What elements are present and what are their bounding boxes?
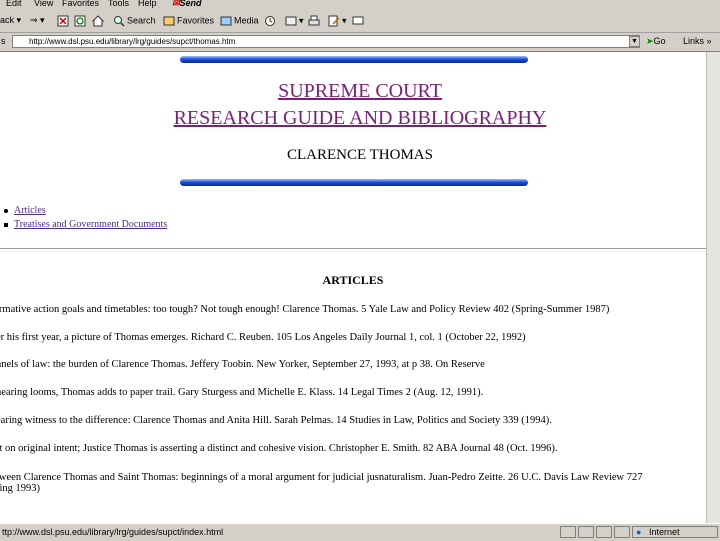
links-button[interactable]: Links » <box>683 36 712 46</box>
edit-icon <box>328 15 340 27</box>
article-entry: tween Clarence Thomas and Saint Thomas: … <box>0 472 716 494</box>
page-content: SUPREME COURT RESEARCH GUIDE AND BIBLIOG… <box>0 52 720 523</box>
send-icon: ✉ <box>172 0 180 8</box>
status-segment <box>596 526 612 538</box>
menu-help[interactable]: Help <box>138 0 157 8</box>
favorites-button[interactable]: Favorites <box>163 15 214 27</box>
security-zone: ● Internet <box>632 526 718 538</box>
page-title-line1: SUPREME COURT <box>278 80 442 102</box>
top-divider-bar <box>180 56 528 63</box>
history-icon <box>265 16 275 26</box>
chevron-right-icon: » <box>706 36 712 46</box>
section-heading: ARTICLES <box>322 273 384 287</box>
article-entry: hnels of law: the burden of Clarence Tho… <box>0 359 485 370</box>
refresh-icon <box>74 15 86 27</box>
stop-icon <box>57 15 69 27</box>
bullet-icon <box>4 222 8 227</box>
media-button[interactable]: Media <box>220 15 259 27</box>
article-entry: earing witness to the difference: Claren… <box>0 415 552 426</box>
folders-icon <box>285 16 297 26</box>
status-segment <box>578 526 594 538</box>
media-icon <box>220 16 232 26</box>
globe-icon: ● <box>636 527 642 537</box>
print-icon <box>308 15 320 26</box>
folders-button[interactable]: ▾ <box>285 15 304 27</box>
forward-icon: ⇒ <box>30 15 38 25</box>
go-label: Go <box>653 36 666 46</box>
bottom-divider-bar <box>180 179 528 186</box>
page-subtitle: CLARENCE THOMAS <box>287 147 433 163</box>
menu-view[interactable]: View <box>34 0 53 8</box>
menu-favorites[interactable]: Favorites <box>62 0 99 8</box>
links-label: Links <box>683 36 705 46</box>
go-button[interactable]: ➤Go <box>646 36 666 47</box>
status-url: ttp://www.dsl.psu.edu/library/lrg/guides… <box>2 527 224 537</box>
print-button[interactable] <box>308 15 322 27</box>
discuss-icon <box>352 16 364 25</box>
back-label: ack <box>0 15 15 25</box>
toc-item: Articles <box>4 205 167 216</box>
search-icon <box>114 16 125 27</box>
media-label: Media <box>234 15 259 26</box>
menu-tools[interactable]: Tools <box>108 0 129 8</box>
toc-item: Treatises and Government Documents <box>4 219 167 230</box>
forward-button[interactable]: ⇒ ▾ <box>30 15 45 26</box>
article-entry: irmative action goals and timetables: to… <box>0 304 610 315</box>
standard-toolbar: ack ▾ ⇒ ▾ Search Favorites Media ▾ ▾ <box>0 10 720 33</box>
go-icon: ➤ <box>646 36 654 46</box>
discuss-button[interactable] <box>352 15 366 27</box>
menu-edit[interactable]: Edit <box>6 0 22 8</box>
article-entry: hearing looms, Thomas adds to paper trai… <box>0 387 484 398</box>
home-icon <box>92 15 104 27</box>
address-label: s <box>1 36 6 46</box>
bullet-icon <box>4 208 8 213</box>
article-entry: er his first year, a picture of Thomas e… <box>0 332 526 343</box>
article-entry: rt on original intent; Justice Thomas is… <box>0 443 558 454</box>
toc-link-articles[interactable]: Articles <box>14 205 46 216</box>
article-entry-line: tween Clarence Thomas and Saint Thomas: … <box>0 472 643 483</box>
search-button[interactable]: Search <box>113 15 156 27</box>
search-label: Search <box>127 15 156 26</box>
address-input[interactable]: http://www.dsl.psu.edu/library/lrg/guide… <box>12 35 640 48</box>
horizontal-rule <box>0 248 720 252</box>
menu-bar: Edit View Favorites Tools Help ✉Send <box>0 0 720 10</box>
refresh-button[interactable] <box>74 15 88 27</box>
status-segment <box>614 526 630 538</box>
edit-button[interactable]: ▾ <box>328 15 347 27</box>
send-button[interactable]: ✉Send <box>172 0 202 9</box>
stop-button[interactable] <box>57 15 71 27</box>
favorites-label: Favorites <box>177 15 215 26</box>
toc-link-treatises[interactable]: Treatises and Government Documents <box>14 219 167 230</box>
back-button[interactable]: ack ▾ <box>0 15 21 26</box>
favorites-icon <box>163 16 175 26</box>
address-dropdown-icon[interactable]: ▼ <box>629 36 640 47</box>
table-of-contents: Articles Treatises and Government Docume… <box>4 205 167 233</box>
address-bar: s http://www.dsl.psu.edu/library/lrg/gui… <box>0 33 720 52</box>
article-entry-line: ring 1993) <box>0 483 41 494</box>
vertical-scrollbar[interactable] <box>706 52 720 523</box>
history-button[interactable] <box>264 15 278 27</box>
send-label: Send <box>179 0 202 8</box>
zone-label: Internet <box>649 527 680 537</box>
status-bar: ttp://www.dsl.psu.edu/library/lrg/guides… <box>0 523 720 541</box>
home-button[interactable] <box>92 15 106 27</box>
page-title-line2: RESEARCH GUIDE AND BIBLIOGRAPHY <box>173 107 547 129</box>
status-segment <box>560 526 576 538</box>
